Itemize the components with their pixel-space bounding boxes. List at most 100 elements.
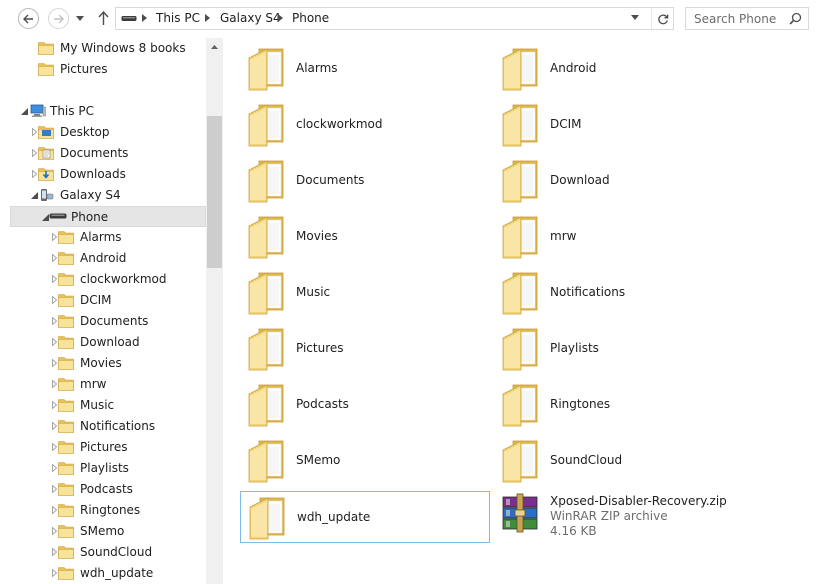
tree-collapsed-icon[interactable] — [50, 275, 58, 283]
folder-tile-pictures[interactable]: Pictures — [240, 323, 490, 375]
folder-tile-movies[interactable]: Movies — [240, 211, 490, 263]
tree-collapsed-icon[interactable] — [50, 338, 58, 346]
folder-tile-notifications[interactable]: Notifications — [494, 267, 744, 319]
nav-item-dcim[interactable]: DCIM — [10, 290, 206, 311]
tree-collapsed-icon[interactable] — [50, 569, 58, 577]
address-bar[interactable]: This PC Galaxy S4 Phone — [115, 7, 674, 30]
folder-tile-music[interactable]: Music — [240, 267, 490, 319]
folder-name: wdh_update — [297, 510, 371, 524]
nav-item-documents[interactable]: Documents — [10, 311, 206, 332]
tree-collapsed-icon[interactable] — [50, 233, 58, 241]
folder-name: DCIM — [550, 117, 582, 131]
tree-collapsed-icon[interactable] — [50, 317, 58, 325]
breadcrumb-galaxy-s4[interactable]: Galaxy S4 — [220, 11, 281, 25]
tree-collapsed-icon[interactable] — [50, 548, 58, 556]
tree-collapsed-icon[interactable] — [50, 380, 58, 388]
nav-item-downloads[interactable]: Downloads — [10, 164, 206, 185]
nav-item-mrw[interactable]: mrw — [10, 374, 206, 395]
tree-expanded-icon[interactable] — [30, 191, 38, 199]
folder-icon — [58, 566, 74, 583]
tree-collapsed-icon[interactable] — [50, 527, 58, 535]
tree-expanded-icon[interactable] — [20, 107, 28, 115]
tree-item-label: Phone — [71, 210, 109, 224]
tree-collapsed-icon[interactable] — [50, 401, 58, 409]
file-size: 4.16 KB — [550, 524, 597, 538]
nav-item-ringtones[interactable]: Ringtones — [10, 500, 206, 521]
forward-button[interactable] — [48, 8, 69, 29]
folder-icon — [245, 326, 289, 375]
nav-item-pictures[interactable]: Pictures — [10, 437, 206, 458]
nav-item-my-windows-8-books[interactable]: My Windows 8 books — [10, 38, 206, 59]
folder-tile-wdh-update[interactable]: wdh_update — [240, 491, 490, 543]
tree-item-label: Documents — [80, 314, 149, 328]
tree-collapsed-icon[interactable] — [50, 443, 58, 451]
navigation-scrollbar[interactable] — [206, 38, 223, 584]
folder-name: SMemo — [296, 453, 341, 467]
tree-collapsed-icon[interactable] — [50, 464, 58, 472]
scroll-up-button[interactable] — [206, 38, 223, 55]
folder-icon — [246, 495, 290, 544]
nav-item-notifications[interactable]: Notifications — [10, 416, 206, 437]
search-box[interactable] — [685, 7, 809, 30]
folder-name: Pictures — [296, 341, 344, 355]
address-history-dropdown-icon[interactable] — [631, 15, 639, 20]
tree-collapsed-icon[interactable] — [50, 422, 58, 430]
nav-item-pictures[interactable]: Pictures — [10, 59, 206, 80]
nav-item-desktop[interactable]: Desktop — [10, 122, 206, 143]
scrollbar-thumb[interactable] — [207, 116, 222, 268]
tree-collapsed-icon[interactable] — [30, 170, 38, 178]
search-input[interactable] — [686, 8, 786, 29]
folder-tile-alarms[interactable]: Alarms — [240, 43, 490, 95]
tree-collapsed-icon[interactable] — [50, 359, 58, 367]
folder-tile-podcasts[interactable]: Podcasts — [240, 379, 490, 431]
recent-locations-button[interactable] — [74, 11, 86, 25]
nav-item-phone[interactable]: Phone — [10, 206, 206, 227]
folder-tile-clockworkmod[interactable]: clockworkmod — [240, 99, 490, 151]
refresh-button[interactable] — [651, 8, 674, 29]
folder-tile-documents[interactable]: Documents — [240, 155, 490, 207]
breadcrumb-phone[interactable]: Phone — [292, 11, 329, 25]
folder-tile-ringtones[interactable]: Ringtones — [494, 379, 744, 431]
tree-collapsed-icon[interactable] — [50, 296, 58, 304]
up-button[interactable] — [95, 9, 111, 27]
search-icon[interactable] — [789, 12, 802, 25]
nav-item-playlists[interactable]: Playlists — [10, 458, 206, 479]
nav-item-this-pc[interactable]: This PC — [10, 101, 206, 122]
nav-item-soundcloud[interactable]: SoundCloud — [10, 542, 206, 563]
tree-collapsed-icon[interactable] — [30, 128, 38, 136]
nav-item-clockworkmod[interactable]: clockworkmod — [10, 269, 206, 290]
folder-tile-playlists[interactable]: Playlists — [494, 323, 744, 375]
tree-collapsed-icon[interactable] — [30, 149, 38, 157]
nav-item-music[interactable]: Music — [10, 395, 206, 416]
nav-item-movies[interactable]: Movies — [10, 353, 206, 374]
nav-item-download[interactable]: Download — [10, 332, 206, 353]
tree-collapsed-icon[interactable] — [50, 254, 58, 262]
nav-item-alarms[interactable]: Alarms — [10, 227, 206, 248]
nav-item-galaxy-s4[interactable]: Galaxy S4 — [10, 185, 206, 206]
nav-item-documents[interactable]: Documents — [10, 143, 206, 164]
tree-expanded-icon[interactable] — [41, 213, 49, 221]
scroll-up-arrow-icon — [211, 44, 218, 49]
breadcrumb-this-pc[interactable]: This PC — [156, 11, 200, 25]
tree-collapsed-icon[interactable] — [50, 506, 58, 514]
tree-item-label: Notifications — [80, 419, 156, 433]
tree-collapsed-icon[interactable] — [50, 485, 58, 493]
folder-tile-soundcloud[interactable]: SoundCloud — [494, 435, 744, 487]
file-tile-zip[interactable]: Xposed-Disabler-Recovery.zip WinRAR ZIP a… — [494, 491, 744, 543]
nav-item-smemo[interactable]: SMemo — [10, 521, 206, 542]
nav-item-android[interactable]: Android — [10, 248, 206, 269]
folder-tile-smemo[interactable]: SMemo — [240, 435, 490, 487]
folder-tile-mrw[interactable]: mrw — [494, 211, 744, 263]
folder-icon — [58, 524, 74, 541]
folder-tile-android[interactable]: Android — [494, 43, 744, 95]
navigation-pane[interactable]: My Windows 8 books Pictures This PC Desktop… — [0, 38, 223, 584]
back-button[interactable] — [18, 8, 39, 29]
chevron-right-icon[interactable] — [205, 14, 210, 22]
folder-tile-dcim[interactable]: DCIM — [494, 99, 744, 151]
folder-icon — [499, 382, 543, 431]
folder-tile-download[interactable]: Download — [494, 155, 744, 207]
nav-item-wdh-update[interactable]: wdh_update — [10, 563, 206, 584]
chevron-right-icon[interactable] — [278, 14, 283, 22]
nav-item-podcasts[interactable]: Podcasts — [10, 479, 206, 500]
file-list-pane[interactable]: Alarms Android clockworkmod DCIM Documents Do… — [223, 38, 819, 584]
